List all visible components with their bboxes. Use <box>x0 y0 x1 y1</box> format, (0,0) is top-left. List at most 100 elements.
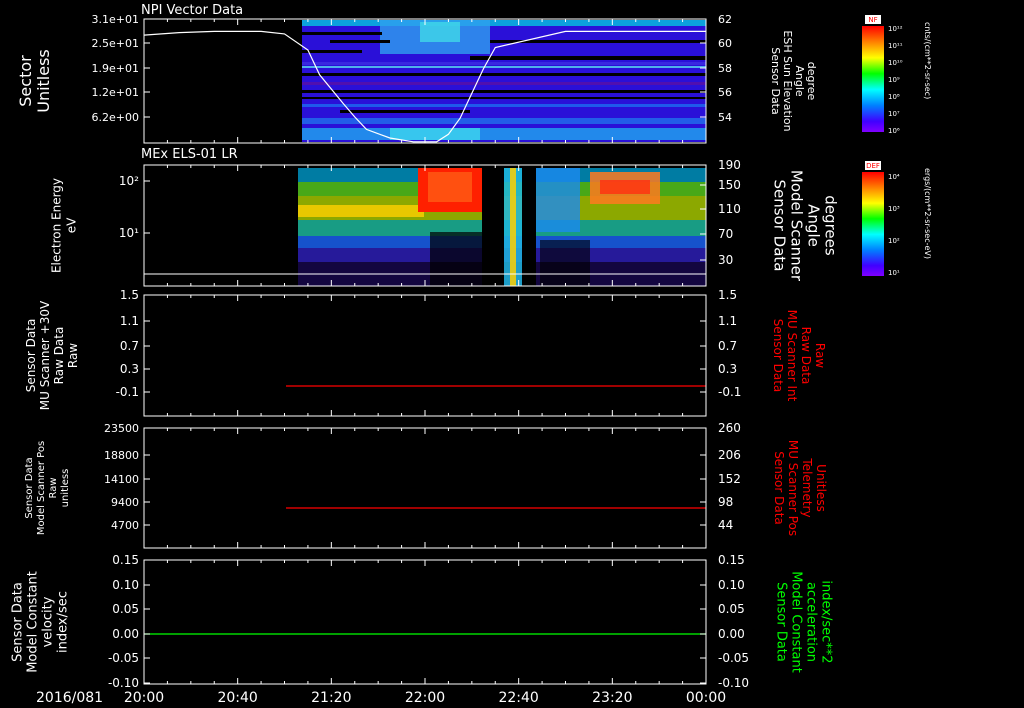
left-axis-label-line: Sensor Data <box>24 319 38 393</box>
right-tick-label: 110 <box>718 202 741 216</box>
right-axis-label-line: degrees <box>822 195 840 256</box>
right-tick-label: 0.05 <box>718 602 745 616</box>
right-tick-label: 56 <box>718 86 732 99</box>
left-tick-label: 4700 <box>111 519 139 532</box>
instrument-plot: NPI Vector Data 3.1e+01 2.5e+01 1.9e+01 1.2… <box>11 3 933 706</box>
date-label: 2016/081 <box>36 690 103 706</box>
right-axis-label-line: acceleration <box>804 582 819 662</box>
right-tick-label: 30 <box>718 253 733 267</box>
left-axis-label-line: eV <box>65 217 79 233</box>
right-axis-label-line: Sensor Data <box>771 319 785 393</box>
els-colorbar: DEF 10⁴ 10³ 10² 10¹ ergs/(cm**2-sr-sec-eV) <box>862 161 932 277</box>
vel-right-ticks: 0.15 0.10 0.05 0.00 -0.05 -0.10 <box>700 553 749 690</box>
right-axis-label-line: Model Scanner <box>788 170 806 282</box>
right-tick-label: 62 <box>718 13 732 26</box>
right-tick-label: 0.00 <box>718 627 745 641</box>
pos-left-ticks: 23500 18800 14100 9400 4700 <box>104 422 707 548</box>
time-tick-label: 23:20 <box>592 690 632 706</box>
raw-left-label: Sensor Data MU Scanner +30V Raw Data Raw <box>24 300 80 410</box>
time-tick-label: 22:00 <box>405 690 445 706</box>
panel-title-npi: NPI Vector Data <box>141 3 243 18</box>
time-tick-label: 20:00 <box>124 690 164 706</box>
npi-spectrogram <box>302 20 706 142</box>
right-axis-label-line: Raw <box>813 343 827 368</box>
els-left-label: Electron Energy eV <box>50 178 79 273</box>
right-tick-label: 1.1 <box>718 314 737 328</box>
left-axis-label-line: velocity <box>41 596 56 647</box>
colorbar-tick-label: 10⁷ <box>888 110 900 118</box>
right-tick-label: 0.3 <box>718 362 737 376</box>
left-axis-label-line: Raw Data <box>52 327 66 385</box>
left-axis-label-line: Raw <box>48 477 59 498</box>
npi-colorbar: NF 10¹² 10¹¹ 10¹⁰ 10⁹ 10⁸ 10⁷ 10⁶ cnts/(cm**2-… <box>862 15 932 135</box>
npi-colorbar-unit: cnts/(cm**2-sr-sec) <box>923 22 932 99</box>
left-axis-label-line: Raw <box>66 343 80 368</box>
left-tick-label: 10² <box>119 174 139 188</box>
right-tick-label: 54 <box>718 111 732 124</box>
colorbar-tick-label: 10¹² <box>888 25 903 33</box>
colorbar-tick-label: 10¹ <box>888 269 900 277</box>
right-axis-label-line: Model Constant <box>789 571 804 673</box>
right-axis-label-line: Angle <box>793 65 806 97</box>
time-axis-ticks: 20:00 20:40 21:20 22:00 22:40 23:20 00:00 <box>124 690 726 706</box>
right-tick-label: 206 <box>718 448 741 462</box>
time-tick-label: 20:40 <box>217 690 257 706</box>
left-tick-label: 18800 <box>104 449 139 462</box>
npi-colorbar-tag: NF <box>868 16 877 24</box>
els-colorbar-tag: DEF <box>866 162 880 170</box>
time-tick-label: 21:20 <box>311 690 351 706</box>
vel-left-label: Sensor Data Model Constant velocity index/s… <box>11 571 71 673</box>
pos-left-label: Sensor Data Model Scanner Pos Raw unitless <box>24 441 71 535</box>
right-tick-label: 98 <box>718 495 733 509</box>
left-tick-label: 14100 <box>104 473 139 486</box>
colorbar-tick-label: 10¹⁰ <box>888 59 903 67</box>
vel-frame <box>143 559 707 685</box>
right-tick-label: 60 <box>718 37 732 50</box>
pos-frame <box>143 427 707 549</box>
els-right-label: Sensor Data Model Scanner Angle degrees <box>771 170 840 282</box>
left-axis-label-line: MU Scanner +30V <box>38 300 52 410</box>
right-axis-label-line: Sensor Data <box>774 582 789 662</box>
right-axis-label-line: Angle <box>805 204 823 247</box>
right-axis-label-line: Sensor Data <box>772 451 786 525</box>
left-tick-label: 1.9e+01 <box>92 62 139 75</box>
right-tick-label: 44 <box>718 518 733 532</box>
left-tick-label: 1.1 <box>120 314 139 328</box>
time-tick-label: 22:40 <box>498 690 538 706</box>
colorbar-tick-label: 10⁸ <box>888 93 900 101</box>
vel-left-ticks: 0.15 0.10 0.05 0.00 -0.05 -0.10 <box>108 553 707 690</box>
colorbar-tick-label: 10³ <box>888 205 900 213</box>
right-tick-label: 260 <box>718 421 741 435</box>
right-tick-label: 0.15 <box>718 553 745 567</box>
left-axis-label-line: Unitless <box>34 49 53 113</box>
left-tick-label: 0.00 <box>112 627 139 641</box>
right-tick-label: 70 <box>718 227 733 241</box>
colorbar-tick-label: 10² <box>888 237 900 245</box>
left-tick-label: 1.2e+01 <box>92 86 139 99</box>
left-tick-label: 0.3 <box>120 362 139 376</box>
right-axis-label-line: degree <box>805 62 818 101</box>
left-axis-label-line: Model Constant <box>26 571 41 673</box>
right-axis-label-line: Sensor Data <box>771 180 789 272</box>
right-tick-label: 150 <box>718 178 741 192</box>
left-tick-label: 3.1e+01 <box>92 13 139 26</box>
right-tick-label: 1.5 <box>718 288 737 302</box>
panel-title-els: MEx ELS-01 LR <box>141 147 238 162</box>
left-axis-label-line: index/sec <box>56 591 71 653</box>
left-tick-label: 10¹ <box>119 226 139 240</box>
left-tick-label: 1.5 <box>120 288 139 302</box>
npi-right-label: Sensor Data ESH Sun Elevation Angle degree <box>769 30 818 131</box>
left-tick-label: 9400 <box>111 496 139 509</box>
left-axis-label-line: unitless <box>60 469 71 508</box>
right-tick-label: 0.10 <box>718 578 745 592</box>
raw-left-ticks: 1.5 1.1 0.7 0.3 -0.1 <box>116 288 707 416</box>
left-tick-label: -0.1 <box>116 385 139 399</box>
left-tick-label: -0.10 <box>108 676 139 690</box>
left-tick-label: 2.5e+01 <box>92 37 139 50</box>
right-tick-label: 0.7 <box>718 339 737 353</box>
right-axis-label-line: ESH Sun Elevation <box>781 30 794 131</box>
right-axis-label-line: MU Scanner Pos <box>786 440 800 536</box>
left-tick-label: 0.15 <box>112 553 139 567</box>
left-tick-label: -0.05 <box>108 651 139 665</box>
left-axis-label-line: Sensor Data <box>11 582 26 662</box>
